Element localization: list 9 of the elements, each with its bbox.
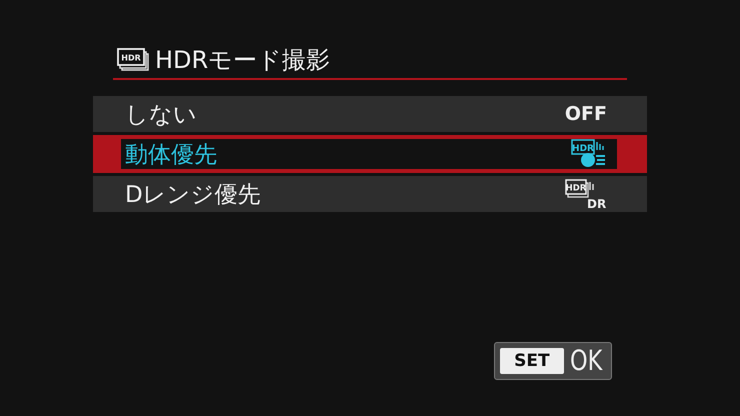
menu-option[interactable]: Dレンジ優先 HDR DR	[93, 176, 647, 212]
menu-option[interactable]: 動体優先 HDR	[93, 135, 647, 173]
option-label: しない	[125, 100, 197, 130]
option-label: Dレンジ優先	[125, 180, 261, 210]
option-value: OFF	[564, 103, 607, 125]
set-ok-button[interactable]: SET OK	[494, 342, 612, 380]
menu-option[interactable]: しない OFF	[93, 96, 647, 132]
option-label: 動体優先	[125, 140, 217, 170]
menu-title: HDRモード撮影	[155, 45, 330, 76]
